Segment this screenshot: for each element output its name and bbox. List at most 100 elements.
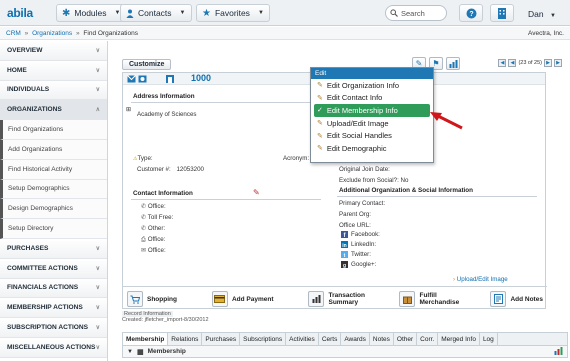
sidebar-item-label: ORGANIZATIONS [7,106,62,114]
building-icon [497,7,507,19]
tab-notes[interactable]: Notes [370,333,394,345]
sidebar-item-setup-directory[interactable]: Setup Directory [0,219,107,239]
expand-icon[interactable]: ⊞ [126,106,131,113]
menu-item-edit-demographic[interactable]: ✎ Edit Demographic [311,142,433,155]
sidebar-item-individuals[interactable]: INDIVIDUALS ∨ [0,80,107,101]
tab-relations[interactable]: Relations [168,333,203,345]
sidebar-item-label: Add Organizations [8,145,63,153]
sidebar-item-subscription-actions[interactable]: SUBSCRIPTION ACTIONS ∨ [0,318,107,338]
facebook-icon: f [341,231,348,238]
tab-activities[interactable]: Activities [286,333,319,345]
tab-certs[interactable]: Certs [319,333,342,345]
sidebar-item-label: Setup Demographics [8,185,70,193]
favorites-menu-button[interactable]: ★ Favorites ▼ [196,4,270,22]
sidebar-item-label: HOME [7,66,27,74]
edit-contact-icon[interactable]: ✎ [253,188,260,197]
tab-log[interactable]: Log [480,333,498,345]
puzzle-icon: ✱ [62,7,71,19]
phone-field: ✆ Toll Free: [141,214,173,221]
chevron-down-icon: ▼ [257,10,264,16]
subtab-label: Membership [147,348,186,355]
type-field: ⚠Type: [133,155,153,162]
skype-icon[interactable] [138,75,147,83]
contact-field-label: Toll Free: [147,214,174,221]
help-button[interactable]: ? [459,4,483,22]
sidebar-item-purchases[interactable]: PURCHASES ∨ [0,238,107,259]
action-label: Add Notes [510,295,543,303]
sidebar-item-financials-actions[interactable]: FINANCIALS ACTIONS ∨ [0,278,107,299]
chevron-down-icon: ∨ [95,265,100,272]
collapse-icon[interactable]: ▼ [127,349,133,355]
tab-corr[interactable]: Corr. [417,333,439,345]
menu-item-edit-contact-info[interactable]: ✎ Edit Contact Info [311,92,433,105]
tab-merged-info[interactable]: Merged Info [438,333,480,345]
user-menu[interactable]: Dan ▼ [528,9,556,19]
tab-other[interactable]: Other [394,333,418,345]
google-plus-icon: g [341,261,348,268]
primary-contact-label: Primary Contact: [339,200,386,207]
pencil-icon: ✎ [317,94,323,102]
sidebar-item-organizations[interactable]: ORGANIZATIONS ∧ [0,100,107,121]
tab-awards[interactable]: Awards [341,333,370,345]
tab-membership[interactable]: Membership [123,333,169,345]
favorites-label: Favorites [214,8,250,18]
sidebar-item-label: MEMBERSHIP ACTIONS [7,304,83,312]
report-button[interactable] [446,57,460,70]
sidebar-item-home[interactable]: HOME ∨ [0,60,107,81]
social-label: LinkedIn: [351,241,377,248]
breadcrumb-crm[interactable]: CRM [6,30,21,37]
upload-edit-image-link[interactable]: › Upload/Edit Image [453,276,508,283]
add-payment-action[interactable]: Add Payment [211,291,274,307]
twitter-field: t Twitter: [341,251,371,258]
last-record-button[interactable]: ▶ [554,59,562,67]
google-plus-field: g Google+: [341,261,376,268]
org-chart-icon[interactable] [165,74,175,84]
transaction-summary-action[interactable]: Transaction Summary [308,291,365,307]
building-button[interactable] [490,4,514,22]
menu-item-edit-organization-info[interactable]: ✎ Edit Organization Info [311,79,433,92]
linkedin-field: in LinkedIn: [341,241,376,248]
shopping-action[interactable]: Shopping [127,291,177,307]
add-notes-action[interactable]: Add Notes [490,291,543,307]
previous-record-button[interactable]: ◀ [508,59,517,67]
tab-purchases[interactable]: Purchases [202,333,241,345]
sidebar-item-miscellaneous-actions[interactable]: MISCELLANEOUS ACTIONS ∨ [0,337,107,358]
help-icon: ? [466,8,477,19]
customer-number-field: Customer #: 12053200 [137,166,204,173]
menu-item-edit-membership-info[interactable]: ✓ Edit Membership Info [314,104,430,117]
pointer-arrow-icon [428,110,464,130]
sidebar-item-overview[interactable]: OVERVIEW ∨ [0,41,107,61]
report-icon[interactable] [554,347,563,355]
search-field[interactable]: Search [385,5,447,21]
upload-link-label: Upload/Edit Image [456,276,508,283]
arrow-right-icon: › [453,276,456,283]
first-record-button[interactable]: ◀ [498,59,507,67]
sidebar-item-label: Design Demographics [8,205,73,213]
breadcrumb-organizations[interactable]: Organizations [32,30,72,37]
sidebar-item-committee-actions[interactable]: COMMITTEE ACTIONS ∨ [0,258,107,279]
sidebar-item-add-organizations[interactable]: Add Organizations [0,139,107,160]
chevron-down-icon: ∨ [95,325,100,332]
tab-subscriptions[interactable]: Subscriptions [240,333,287,345]
email-icon[interactable] [127,75,136,83]
breadcrumb-separator: » [24,30,29,37]
chevron-down-icon: ∨ [95,245,100,252]
fulfill-merchandise-action[interactable]: Fulfill Merchandise [399,291,459,307]
sidebar-item-label: PURCHASES [7,244,49,252]
record-information: Record Information Created: jfletcher_im… [122,311,209,323]
sidebar-item-find-organizations[interactable]: Find Organizations [0,120,107,140]
search-placeholder: Search [401,8,425,18]
sidebar-item-label: COMMITTEE ACTIONS [7,264,78,272]
sidebar-item-membership-actions[interactable]: MEMBERSHIP ACTIONS ∨ [0,298,107,319]
sidebar-item-design-demographics[interactable]: Design Demographics [0,199,107,220]
contacts-menu-button[interactable]: Contacts ▼ [120,4,192,22]
menu-item-edit-social-handles[interactable]: ✎ Edit Social Handles [311,129,433,142]
app-logo[interactable]: abila [7,6,33,20]
sidebar-item-setup-demographics[interactable]: Setup Demographics [0,179,107,200]
modules-menu-button[interactable]: ✱ Modules ▼ [56,4,127,22]
next-record-button[interactable]: ▶ [544,59,552,67]
customize-button[interactable]: Customize [122,59,172,70]
sidebar-item-find-historical-activity[interactable]: Find Historical Activity [0,159,107,180]
menu-item-upload-edit-image[interactable]: ✎ Upload/Edit Image [311,117,433,130]
user-name: Dan [528,9,544,19]
